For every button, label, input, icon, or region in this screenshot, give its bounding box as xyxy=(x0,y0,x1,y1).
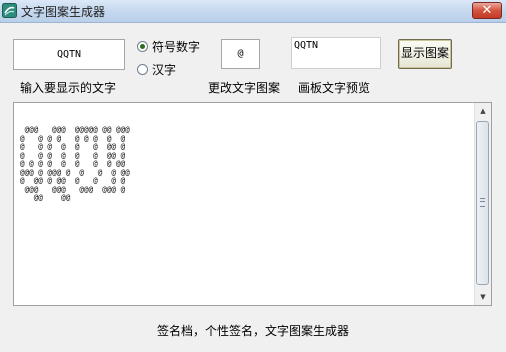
preview-box: QQTN xyxy=(291,37,381,69)
radio-checked-icon[interactable] xyxy=(137,41,148,52)
text-input[interactable]: QQTN xyxy=(13,39,125,70)
footer-text: 签名档，个性签名，文字图案生成器 xyxy=(156,324,349,338)
radio-hanzi-label: 汉字 xyxy=(152,63,177,77)
art-output-area[interactable]: @@@ @@@ @@@@@ @@ @@@ @ @ @ @ @ @ @ @ @ @… xyxy=(13,102,492,306)
vertical-scrollbar[interactable]: ▲ ▼ xyxy=(474,103,491,305)
pattern-char-input[interactable]: @ xyxy=(221,39,260,69)
radio-symbol-digit[interactable]: 符号数字 xyxy=(137,38,200,54)
app-icon xyxy=(2,3,17,18)
grip-icon xyxy=(480,198,485,207)
art-output-text: @@@ @@@ @@@@@ @@ @@@ @ @ @ @ @ @ @ @ @ @… xyxy=(20,125,130,202)
pattern-char-label: 更改文字图案 xyxy=(208,81,281,95)
text-input-label: 输入要显示的文字 xyxy=(20,81,117,95)
close-button[interactable]: ✕ xyxy=(472,2,502,19)
scroll-thumb[interactable] xyxy=(476,121,489,285)
radio-symbol-label: 符号数字 xyxy=(152,40,201,54)
title-bar: 文字图案生成器 ✕ xyxy=(0,0,506,23)
scroll-up-icon[interactable]: ▲ xyxy=(475,103,491,119)
scroll-down-icon[interactable]: ▼ xyxy=(475,289,491,305)
preview-label: 画板文字预览 xyxy=(298,81,371,95)
window-title: 文字图案生成器 xyxy=(21,5,106,19)
show-pattern-button[interactable]: 显示图案 xyxy=(398,39,452,69)
radio-unchecked-icon[interactable] xyxy=(137,64,148,75)
radio-hanzi[interactable]: 汉字 xyxy=(137,61,176,77)
